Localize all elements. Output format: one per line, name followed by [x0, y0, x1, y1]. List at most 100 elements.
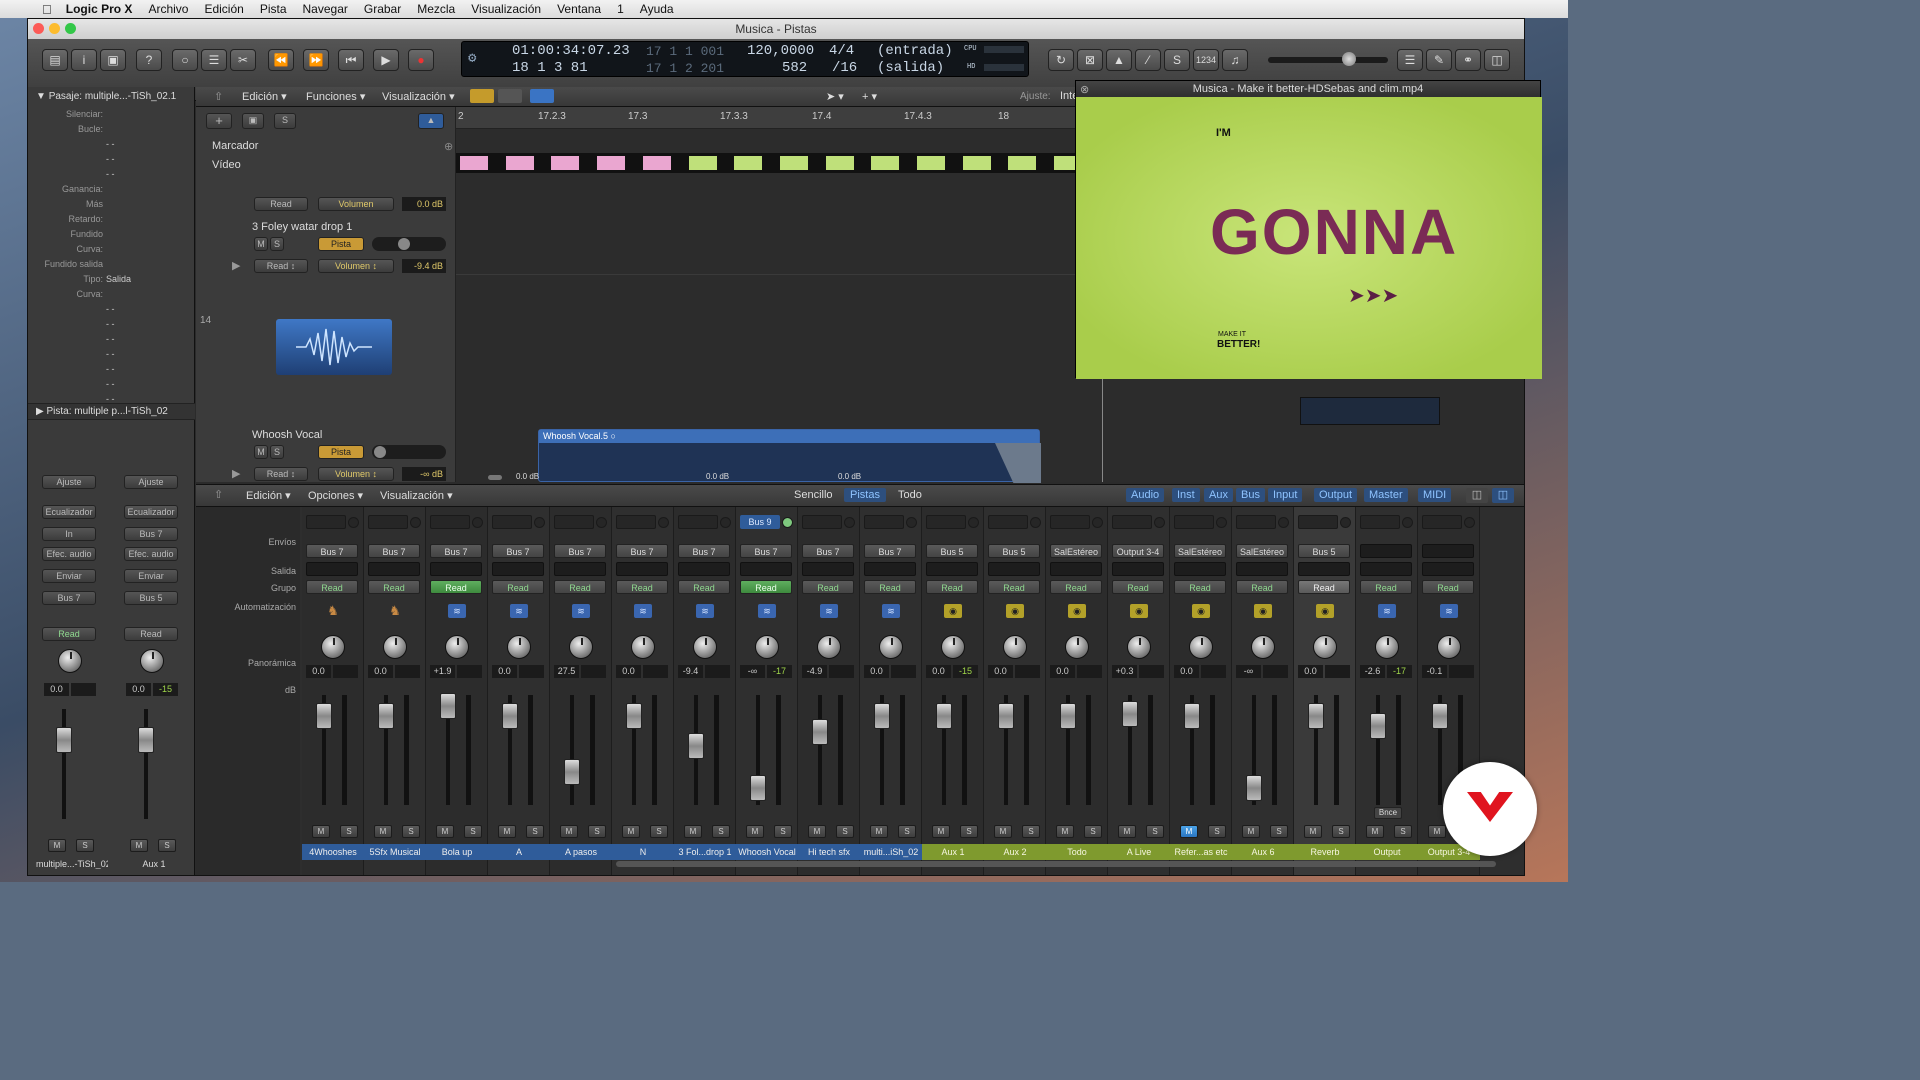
solo-button[interactable]: S — [1084, 825, 1102, 838]
inspector-mute-button[interactable]: M — [130, 839, 148, 852]
track2-mute-button[interactable]: M — [254, 445, 268, 459]
pan-knob[interactable] — [1003, 635, 1027, 659]
send-slot[interactable] — [368, 515, 408, 529]
volume-fader-cap[interactable] — [750, 775, 766, 801]
volume-readout[interactable]: 0.0 — [306, 665, 331, 678]
filter-input[interactable]: Input — [1268, 488, 1303, 502]
mute-button[interactable]: M — [1118, 825, 1136, 838]
volume-fader-cap[interactable] — [502, 703, 518, 729]
track2-automation-mode[interactable]: Read ↕ — [254, 467, 308, 481]
inspector-send-button[interactable]: Enviar — [124, 569, 178, 583]
group-slot[interactable] — [492, 562, 544, 576]
pan-knob[interactable] — [879, 635, 903, 659]
solo-button[interactable]: S — [402, 825, 420, 838]
track0-automation-mode[interactable]: Read — [254, 197, 308, 211]
automation-mode-button[interactable]: Read — [678, 580, 730, 594]
volume-readout[interactable]: 27.5 — [554, 665, 579, 678]
pan-knob[interactable] — [1189, 635, 1213, 659]
output-slot[interactable]: Bus 7 — [678, 544, 730, 558]
send-slot[interactable] — [802, 515, 842, 529]
group-slot[interactable] — [1174, 562, 1226, 576]
tracks-menu-edicion[interactable]: Edición ▾ — [242, 90, 287, 103]
pointer-tool-icon[interactable]: ➤ ▾ — [826, 90, 844, 103]
volume-fader-cap[interactable] — [936, 703, 952, 729]
cycle-icon[interactable]: ↻ — [1048, 49, 1074, 71]
menu-item-grabar[interactable]: Grabar — [364, 2, 401, 16]
volume-fader-cap[interactable] — [874, 703, 890, 729]
automation-mode-button[interactable]: Read — [368, 580, 420, 594]
volume-readout[interactable]: -∞ — [1236, 665, 1261, 678]
output-slot[interactable]: Bus 7 — [368, 544, 420, 558]
flex-icon[interactable] — [530, 89, 554, 103]
audio-channel-icon[interactable]: ≋ — [634, 604, 652, 618]
pan-knob[interactable] — [755, 635, 779, 659]
audio-channel-icon[interactable]: ≋ — [510, 604, 528, 618]
send-slot[interactable]: Bus 9 — [740, 515, 780, 529]
pan-knob[interactable] — [321, 635, 345, 659]
send-level-knob[interactable] — [658, 517, 669, 528]
menu-item-navegar[interactable]: Navegar — [303, 2, 348, 16]
menu-item-pista[interactable]: Pista — [260, 2, 287, 16]
send-level-knob[interactable] — [782, 517, 793, 528]
browser-icon[interactable]: ◫ — [1484, 49, 1510, 71]
collapse-icon[interactable]: ▲ — [418, 113, 444, 129]
library-icon[interactable]: ▤ — [42, 49, 68, 71]
toolbar-icon[interactable]: ▣ — [100, 49, 126, 71]
pan-knob[interactable] — [693, 635, 717, 659]
send-slot[interactable] — [1112, 515, 1152, 529]
solo-button[interactable]: S — [1022, 825, 1040, 838]
channel-name[interactable]: A — [488, 844, 550, 860]
bounce-button[interactable]: Bnce — [1374, 807, 1402, 819]
mute-button[interactable]: M — [312, 825, 330, 838]
automation-mode-button[interactable]: Read — [802, 580, 854, 594]
mute-button[interactable]: M — [1242, 825, 1260, 838]
track2-automation-param[interactable]: Volumen ↕ — [318, 467, 394, 481]
aux-channel-icon[interactable]: ◉ — [1068, 604, 1086, 618]
output-slot[interactable] — [1422, 544, 1474, 558]
inspector-strip-name[interactable]: multiple...-TiSh_02 — [36, 859, 108, 869]
inspector-volume-readout[interactable]: 0.0 — [44, 683, 69, 696]
automation-mode-button[interactable]: Read — [988, 580, 1040, 594]
output-slot[interactable]: Bus 7 — [554, 544, 606, 558]
output-slot[interactable]: Bus 7 — [864, 544, 916, 558]
pan-knob[interactable] — [1065, 635, 1089, 659]
mixer-menu-edicion[interactable]: Edición ▾ — [246, 489, 291, 502]
volume-fader-cap[interactable] — [1122, 701, 1138, 727]
aux-channel-icon[interactable]: ◉ — [1130, 604, 1148, 618]
track2-pista-button[interactable]: Pista — [318, 445, 364, 459]
solo-button[interactable]: S — [898, 825, 916, 838]
volume-fader-cap[interactable] — [626, 703, 642, 729]
mixer-menu-opciones[interactable]: Opciones ▾ — [308, 489, 363, 502]
output-slot[interactable]: Bus 7 — [740, 544, 792, 558]
output-slot[interactable]: Bus 7 — [306, 544, 358, 558]
send-level-knob[interactable] — [720, 517, 731, 528]
solo-button[interactable]: S — [712, 825, 730, 838]
track1-solo-button[interactable]: S — [270, 237, 284, 251]
volume-fader-cap[interactable] — [1432, 703, 1448, 729]
close-window-button[interactable] — [33, 23, 44, 34]
volume-readout[interactable]: -4.9 — [802, 665, 827, 678]
send-level-knob[interactable] — [1402, 517, 1413, 528]
audio-channel-icon[interactable]: ≋ — [820, 604, 838, 618]
track1-automation-mode[interactable]: Read ↕ — [254, 259, 308, 273]
output-slot[interactable]: SalEstéreo — [1174, 544, 1226, 558]
audio-region-whoosh-vocal[interactable]: Whoosh Vocal.5 ○ — [538, 429, 1041, 483]
region-inspector-title[interactable]: ▼ Pasaje: multiple...-TiSh_02.1 — [36, 91, 176, 102]
group-slot[interactable] — [1112, 562, 1164, 576]
inspector-fader-cap[interactable] — [138, 727, 154, 753]
group-slot[interactable] — [368, 562, 420, 576]
filter-midi[interactable]: MIDI — [1418, 488, 1452, 502]
group-slot[interactable] — [1298, 562, 1350, 576]
track2-name[interactable]: Whoosh Vocal — [252, 429, 322, 441]
send-level-knob[interactable] — [1154, 517, 1165, 528]
audio-channel-icon[interactable]: ≋ — [572, 604, 590, 618]
automation-mode-button[interactable]: Read — [492, 580, 544, 594]
volume-fader-cap[interactable] — [440, 693, 456, 719]
mute-button[interactable]: M — [932, 825, 950, 838]
audio-channel-icon[interactable]: ≋ — [1440, 604, 1458, 618]
view-todo[interactable]: Todo — [892, 488, 928, 502]
back-icon[interactable]: ⇧ — [214, 90, 223, 103]
inspector-output-button[interactable]: Bus 5 — [124, 591, 178, 605]
catch-icon[interactable] — [470, 89, 494, 103]
automation-mode-button[interactable]: Read — [926, 580, 978, 594]
